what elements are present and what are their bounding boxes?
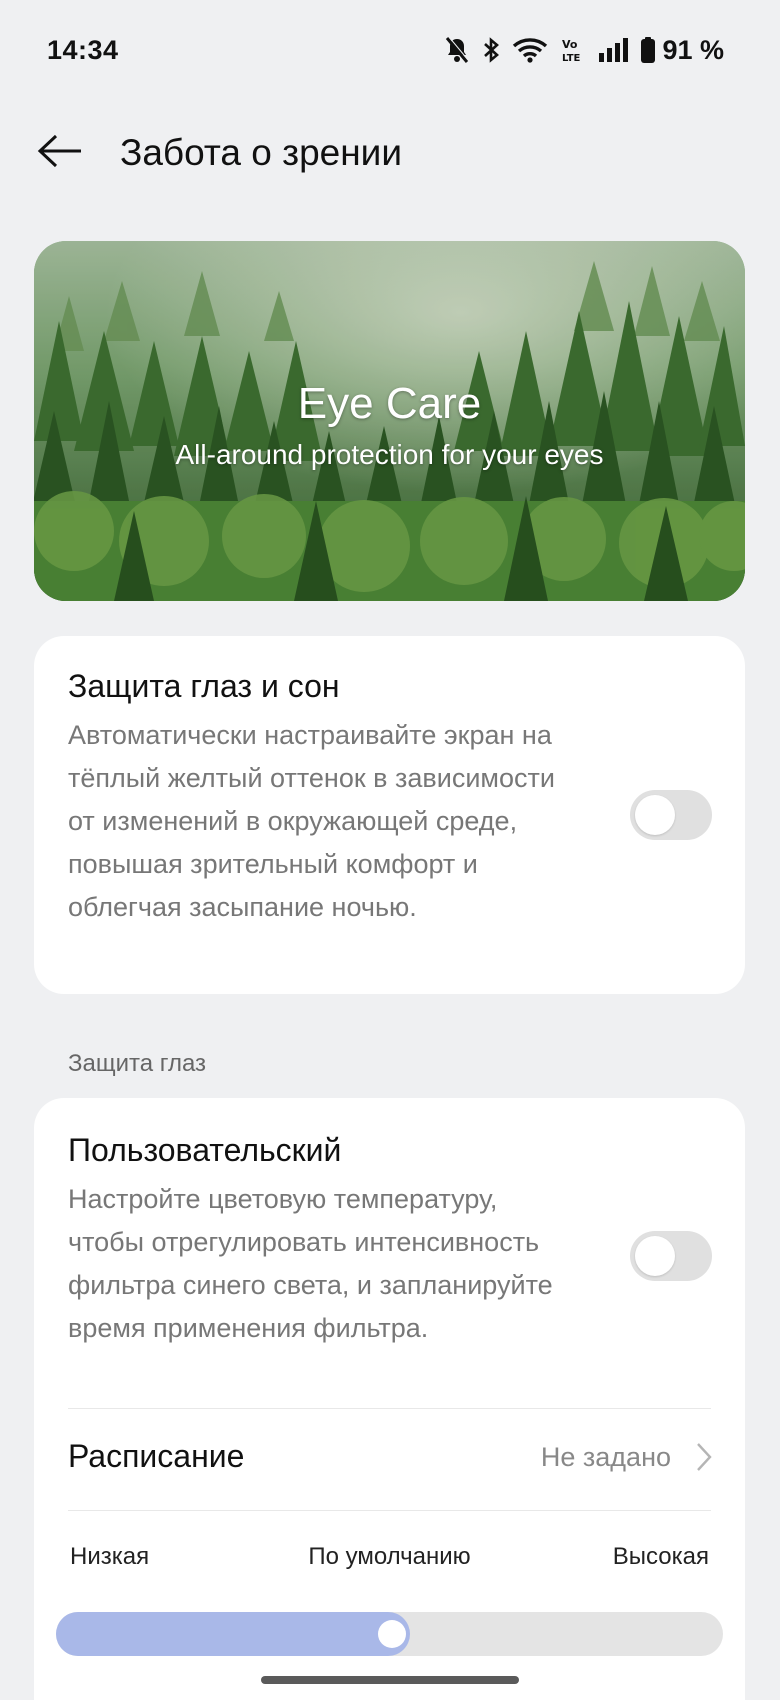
back-button[interactable] — [30, 123, 90, 183]
eye-sleep-toggle[interactable] — [630, 790, 712, 840]
page-title: Забота о зрении — [120, 132, 403, 173]
eye-sleep-title: Защита глаз и сон — [68, 668, 340, 704]
eye-sleep-description: Автоматически настраивайте экран на тёпл… — [68, 720, 555, 922]
bell-off-icon — [444, 36, 470, 64]
app-bar: Забота о зрении — [0, 115, 780, 191]
schedule-row[interactable]: Расписание Не задано — [34, 1408, 745, 1510]
home-indicator[interactable] — [261, 1676, 519, 1684]
eye-sleep-card: Защита глаз и сон Автоматически настраив… — [34, 636, 745, 994]
svg-text:LTE: LTE — [562, 53, 581, 64]
back-arrow-icon — [37, 134, 83, 173]
volte-icon: Vo LTE — [560, 36, 586, 64]
intensity-labels: Низкая По умолчанию Высокая — [34, 1543, 745, 1577]
svg-text:Vo: Vo — [562, 38, 578, 51]
status-bar: 14:34 Vo LTE 91 % — [0, 0, 780, 100]
toggle-knob — [635, 1236, 675, 1276]
battery-percent: 91 % — [662, 34, 724, 65]
chevron-right-icon — [695, 1441, 713, 1478]
intensity-slider[interactable] — [56, 1612, 723, 1656]
slider-thumb[interactable] — [377, 1620, 406, 1648]
signal-icon — [598, 36, 629, 64]
section-label: Защита глаз — [68, 1050, 207, 1077]
divider — [68, 1510, 711, 1511]
custom-description: Настройте цветовую температуру, чтобы от… — [68, 1184, 553, 1343]
bluetooth-icon — [482, 36, 500, 64]
schedule-label: Расписание — [68, 1438, 245, 1474]
hero-banner: Eye Care All-around protection for your … — [34, 241, 745, 601]
hero-title: Eye Care — [297, 379, 482, 428]
status-icons: Vo LTE 91 % — [444, 35, 724, 66]
toggle-knob — [635, 795, 675, 835]
hero-text: Eye Care All-around protection for your … — [34, 241, 745, 601]
custom-card: Пользовательский Настройте цветовую темп… — [34, 1098, 745, 1700]
custom-toggle[interactable] — [630, 1231, 712, 1281]
battery-icon — [640, 36, 656, 64]
status-time: 14:34 — [47, 34, 119, 65]
wifi-icon — [512, 36, 548, 64]
schedule-value: Не задано — [540, 1442, 671, 1472]
hero-subtitle: All-around protection for your eyes — [175, 439, 604, 470]
battery: 91 % — [640, 35, 724, 66]
custom-title: Пользовательский — [68, 1132, 342, 1168]
slider-fill — [56, 1612, 410, 1656]
intensity-high-label: Высокая — [612, 1543, 709, 1570]
